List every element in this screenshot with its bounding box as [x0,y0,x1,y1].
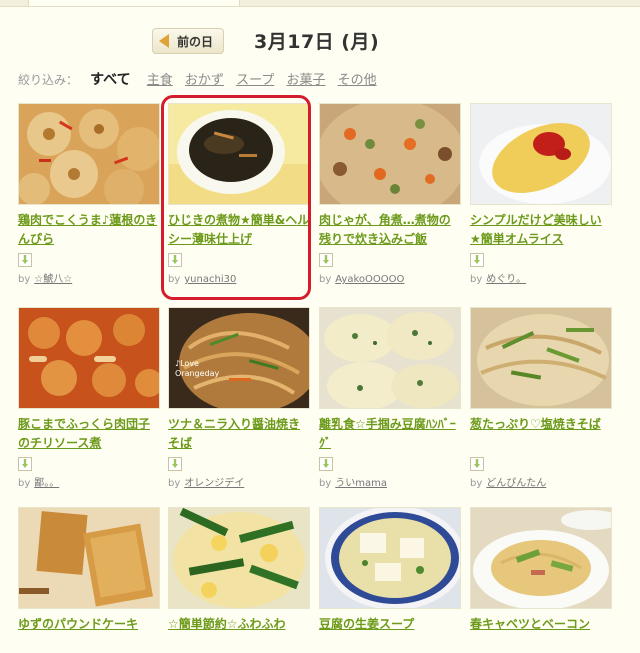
recipe-card: 鶏肉でこくうま♪蓮根のきんぴら by ☆鯱八☆ [18,103,160,287]
recipe-photo-omurice[interactable] [470,103,612,205]
prev-day-label: 前の日 [177,35,214,49]
recipe-title-link[interactable]: 葱たっぷり♡塩焼きそば [470,415,612,453]
filter-link-soup[interactable]: スープ [236,73,274,88]
left-arrow-icon [159,34,169,48]
recipe-photo-lotus-kinpira[interactable] [18,103,160,205]
top-tab-bar [0,0,640,7]
filter-link-staple[interactable]: 主食 [147,73,173,88]
recipe-title-link[interactable]: 豆腐の生姜スープ [319,615,461,653]
filter-link-side[interactable]: おかず [185,73,224,88]
category-filter: 絞り込み： すべて 主食 おかず スープ お菓子 その他 [18,70,385,90]
by-label: by [168,478,181,489]
author-link[interactable]: オレンジデイ [184,478,244,489]
by-label: by [18,274,31,285]
highlight-frame [161,95,311,300]
recipe-title-link[interactable]: シンプルだけど美味しい★簡単オムライス [470,211,612,249]
recipe-title-link[interactable]: 肉じゃが、角煮…煮物の残りで炊き込みご飯 [319,211,461,249]
tsukurepo-icon [470,457,484,471]
author-link[interactable]: 鄙。。 [34,478,59,489]
author-link[interactable]: めぐり。 [486,274,526,285]
prev-day-button[interactable]: 前の日 [152,28,225,54]
tsukurepo-icon [319,253,333,267]
watermark-line2: Orangeday [175,369,220,378]
recipe-photo-takikomi-gohan[interactable] [319,103,461,205]
recipe-title-link[interactable]: 春キャベツとベーコン [470,615,612,653]
recipe-card: 春キャベツとベーコン [470,507,612,653]
recipe-author-line: by めぐり。 [470,273,612,287]
by-label: by [470,274,483,285]
recipe-photo-meatball-chili[interactable] [18,307,160,409]
recipe-card: ☆簡単節約☆ふわふわ [168,507,310,653]
watermark-line1: ♪Love [175,359,199,368]
recipe-photo-cabbage-bacon-pasta[interactable] [470,507,612,609]
recipe-title-link[interactable]: 鶏肉でこくうま♪蓮根のきんぴら [18,211,160,249]
recipe-photo-yuzu-pound-cake[interactable] [18,507,160,609]
recipe-title-link[interactable]: ツナ＆ニラ入り醤油焼きそば [168,415,310,453]
recipe-author-line: by AyakoOOOOO [319,273,461,287]
tsukurepo-icon [18,253,32,267]
recipe-card: 葱たっぷり♡塩焼きそば by どんぴんたん [470,307,612,491]
by-label: by [319,478,332,489]
by-label: by [470,478,483,489]
active-tab-stub[interactable] [28,0,240,6]
recipe-author-line: by 鄙。。 [18,477,160,491]
filter-link-other[interactable]: その他 [338,73,377,88]
recipe-author-line: by ☆鯱八☆ [18,273,160,287]
recipe-author-line: by どんぴんたん [470,477,612,491]
recipe-photo-fuwafuwa-egg[interactable] [168,507,310,609]
recipe-author-line: by ういmama [319,477,461,491]
date-navigation: 前の日 3月17日 (月) [0,24,640,60]
recipe-card: シンプルだけど美味しい★簡単オムライス by めぐり。 [470,103,612,287]
recipe-title-link[interactable]: ☆簡単節約☆ふわふわ [168,615,310,653]
tsukurepo-icon [319,457,333,471]
filter-label: 絞り込み： [18,73,79,87]
tsukurepo-icon [18,457,32,471]
recipe-card: 豚こまでふっくら肉団子のチリソース煮 by 鄙。。 [18,307,160,491]
recipe-photo-tuna-yakisoba[interactable]: ♪Love Orangeday [168,307,310,409]
page-date-title: 3月17日 (月) [254,31,380,53]
by-label: by [319,274,332,285]
filter-current-all: すべて [90,72,131,88]
tsukurepo-icon [168,457,182,471]
recipe-photo-shio-yakisoba[interactable] [470,307,612,409]
recipe-title-link[interactable]: 豚こまでふっくら肉団子のチリソース煮 [18,415,160,453]
filter-link-sweets[interactable]: お菓子 [286,73,325,88]
recipe-card: 肉じゃが、角煮…煮物の残りで炊き込みご飯 by AyakoOOOOO [319,103,461,287]
recipe-author-line: by オレンジデイ [168,477,310,491]
recipe-card: 離乳食☆手掴み豆腐ﾊﾝﾊﾞｰｸﾞ by ういmama [319,307,461,491]
author-link[interactable]: ういmama [335,478,387,489]
recipe-photo-tofu-patty[interactable] [319,307,461,409]
recipe-title-link[interactable]: 離乳食☆手掴み豆腐ﾊﾝﾊﾞｰｸﾞ [319,415,461,453]
author-link[interactable]: どんぴんたん [486,478,546,489]
recipe-card: ゆずのパウンドケーキ [18,507,160,653]
recipe-card: 豆腐の生姜スープ [319,507,461,653]
recipe-photo-ginger-soup[interactable] [319,507,461,609]
tsukurepo-icon [470,253,484,267]
author-link[interactable]: ☆鯱八☆ [34,274,72,285]
recipe-title-link[interactable]: ゆずのパウンドケーキ [18,615,160,653]
author-link[interactable]: AyakoOOOOO [335,274,404,285]
recipe-card: ♪Love Orangeday ツナ＆ニラ入り醤油焼きそば by オレンジデイ [168,307,310,491]
by-label: by [18,478,31,489]
